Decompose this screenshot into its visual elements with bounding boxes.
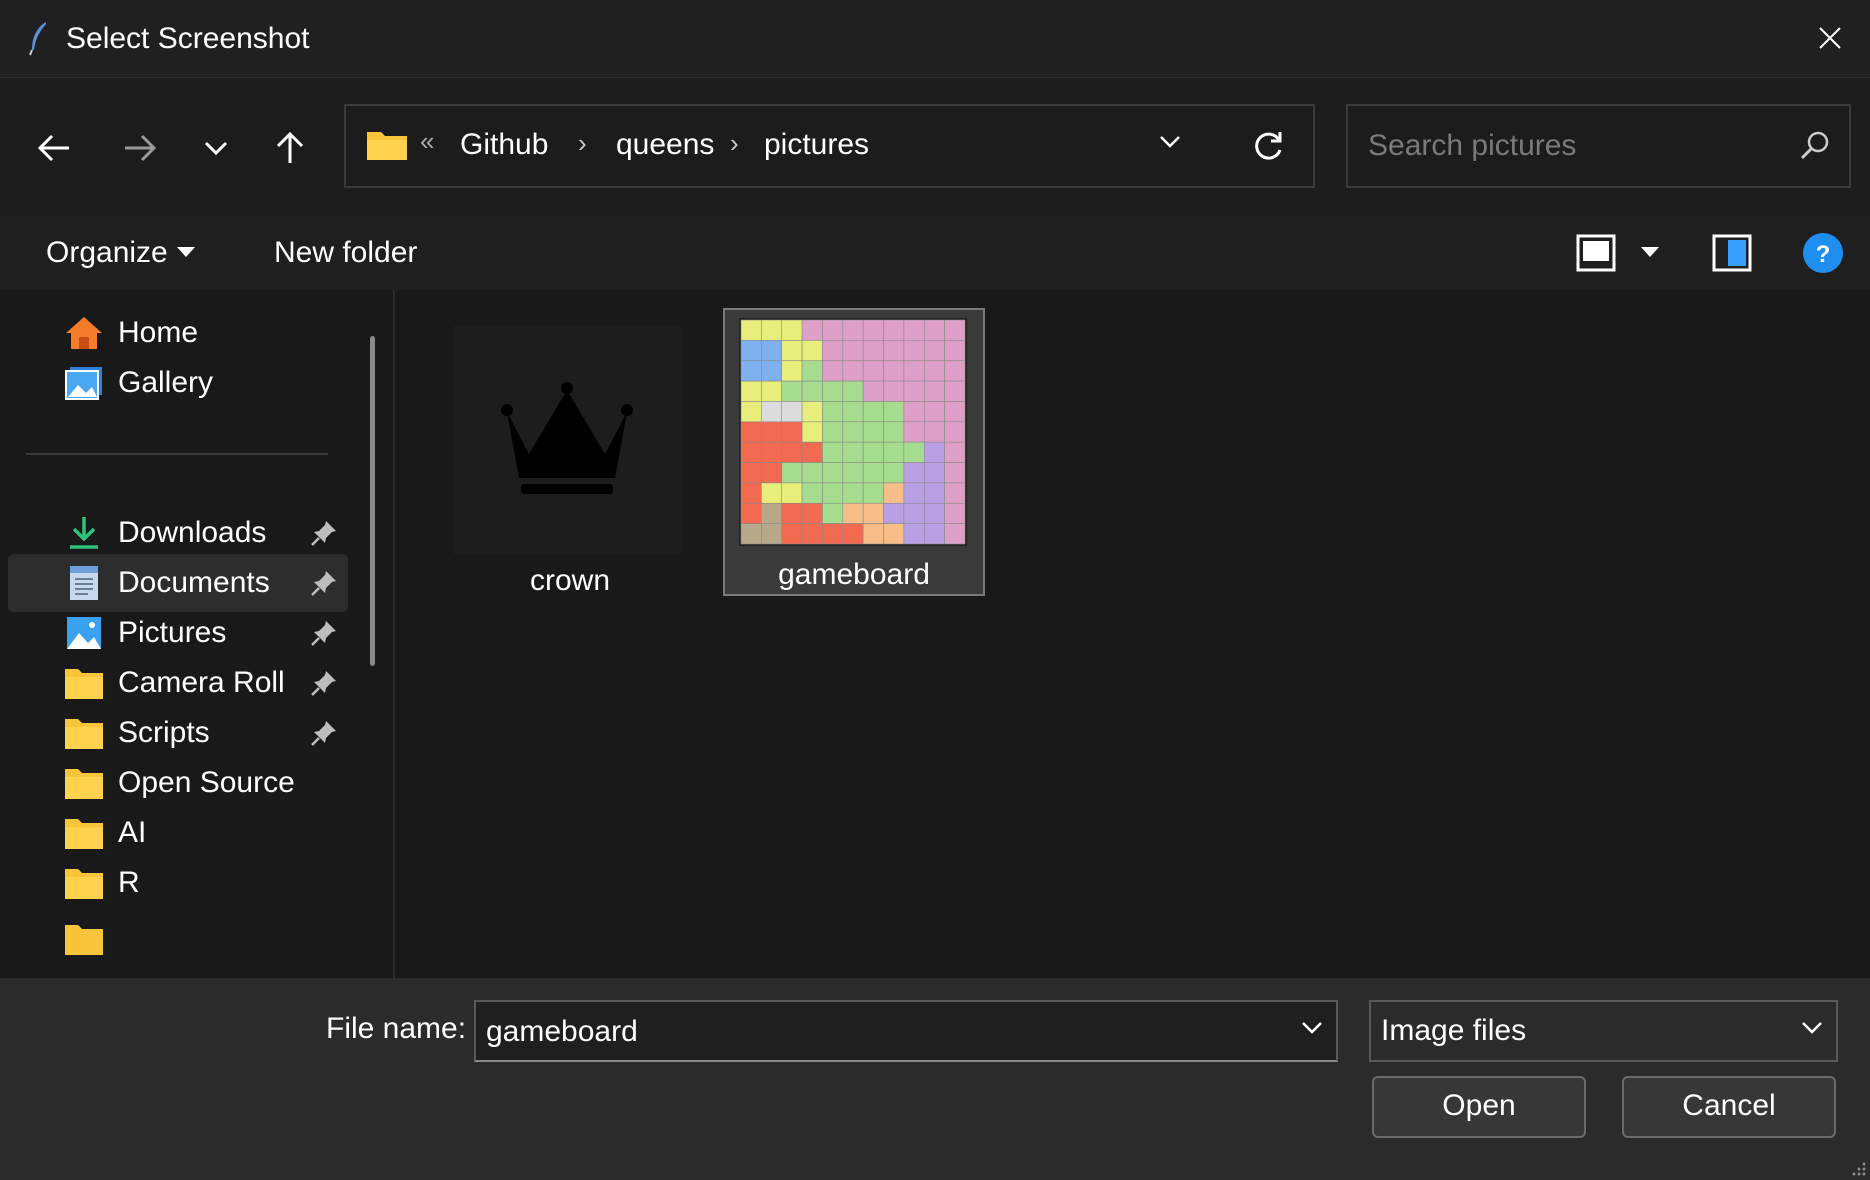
sidebar-item-label: Pictures <box>118 616 227 649</box>
pin-icon[interactable] <box>310 619 338 647</box>
refresh-icon[interactable] <box>1250 128 1286 164</box>
svg-text:?: ? <box>1816 241 1831 268</box>
close-button[interactable] <box>1810 18 1850 58</box>
caret-down-icon[interactable] <box>176 246 196 258</box>
home-icon <box>66 317 102 349</box>
folder-icon <box>65 869 103 899</box>
new-folder-button[interactable]: New folder <box>274 236 417 270</box>
arrow-right-icon <box>125 134 157 162</box>
file-dialog-footer: File name: Image files Open Cancel <box>0 978 1870 1180</box>
sidebar-item-partial[interactable] <box>8 910 348 968</box>
caret-down-icon[interactable] <box>1640 246 1660 258</box>
sidebar-item-gallery[interactable]: Gallery <box>8 354 348 412</box>
documents-icon <box>70 566 98 600</box>
view-icon[interactable] <box>1576 234 1616 272</box>
arrow-left-icon <box>37 134 69 162</box>
sidebar-item-label: Scripts <box>118 716 210 749</box>
sidebar-scrollbar[interactable] <box>370 336 375 666</box>
file-item-gameboard[interactable]: gameboard <box>723 308 985 596</box>
sidebar-item-label: Open Source <box>118 766 295 799</box>
back-button[interactable] <box>26 120 82 176</box>
breadcrumb-github[interactable]: Github <box>460 128 548 162</box>
pictures-icon <box>67 617 101 649</box>
pin-icon[interactable] <box>310 719 338 747</box>
file-type-value: Image files <box>1381 1014 1527 1047</box>
file-name-label: File name: <box>326 1012 467 1045</box>
folder-icon <box>367 132 407 160</box>
sidebar-item-label: AI <box>118 816 147 849</box>
navigation-bar: « Github › queens › pictures Search pict… <box>0 78 1870 216</box>
gallery-icon <box>65 367 102 400</box>
gameboard-thumbnail <box>739 318 967 546</box>
file-name-combobox[interactable] <box>474 1000 1338 1062</box>
sidebar-item-label: Camera Roll <box>118 666 285 699</box>
folder-icon <box>65 669 103 699</box>
breadcrumb-queens[interactable]: queens <box>616 128 714 162</box>
file-name-input[interactable] <box>486 1013 1266 1051</box>
up-button[interactable] <box>262 120 318 176</box>
breadcrumb-overflow[interactable]: « <box>420 126 434 157</box>
breadcrumb-separator[interactable]: › <box>730 128 739 159</box>
download-icon <box>70 517 98 549</box>
chevron-down-icon <box>204 141 228 156</box>
resize-grip-icon[interactable] <box>1850 1160 1866 1176</box>
sidebar-item-r[interactable]: R <box>8 854 348 912</box>
navigation-pane: Home Gallery Downloads Documents Picture… <box>0 290 395 978</box>
help-icon[interactable]: ? <box>1802 232 1844 274</box>
file-name: gameboard <box>778 558 930 591</box>
crown-icon <box>501 382 633 494</box>
folder-icon <box>65 925 103 955</box>
sidebar-item-label: Downloads <box>118 516 267 549</box>
search-placeholder[interactable]: Search pictures <box>1368 129 1576 163</box>
sidebar-item-label: Gallery <box>118 366 214 399</box>
search-icon[interactable] <box>1799 130 1831 162</box>
address-bar[interactable]: « Github › queens › pictures <box>344 104 1315 188</box>
file-list: crown gameboard <box>397 290 1870 978</box>
pin-icon[interactable] <box>310 519 338 547</box>
file-thumbnail <box>739 318 967 546</box>
folder-icon <box>65 819 103 849</box>
breadcrumb-pictures[interactable]: pictures <box>764 128 869 162</box>
sidebar-item-label: R <box>118 866 140 899</box>
folder-icon <box>65 719 103 749</box>
sidebar-item-label: Documents <box>118 566 270 599</box>
forward-button[interactable] <box>112 120 168 176</box>
pin-icon[interactable] <box>310 569 338 597</box>
search-box[interactable]: Search pictures <box>1346 104 1851 188</box>
close-icon <box>1819 27 1841 49</box>
sidebar-item-label: Home <box>118 316 199 349</box>
chevron-down-icon[interactable] <box>1158 134 1182 150</box>
folder-icon <box>65 769 103 799</box>
file-item-crown[interactable]: crown <box>439 316 701 604</box>
chevron-down-icon[interactable] <box>1800 1020 1824 1036</box>
cancel-button[interactable]: Cancel <box>1622 1076 1836 1138</box>
title-bar: Select Screenshot <box>0 0 1870 78</box>
arrow-up-icon <box>276 131 304 163</box>
file-name: crown <box>529 564 611 597</box>
window-title: Select Screenshot <box>66 22 310 55</box>
command-bar: Organize New folder ? <box>0 216 1870 290</box>
file-thumbnail <box>453 326 681 554</box>
breadcrumb-separator[interactable]: › <box>578 128 587 159</box>
file-type-select[interactable]: Image files <box>1369 1000 1838 1062</box>
preview-pane-icon[interactable] <box>1712 234 1752 272</box>
sidebar-divider <box>26 453 328 455</box>
pin-icon[interactable] <box>310 669 338 697</box>
open-button[interactable]: Open <box>1372 1076 1586 1138</box>
recent-locations-button[interactable] <box>188 120 244 176</box>
feather-app-icon <box>29 22 46 56</box>
organize-menu[interactable]: Organize <box>46 236 168 270</box>
chevron-down-icon[interactable] <box>1300 1020 1324 1036</box>
